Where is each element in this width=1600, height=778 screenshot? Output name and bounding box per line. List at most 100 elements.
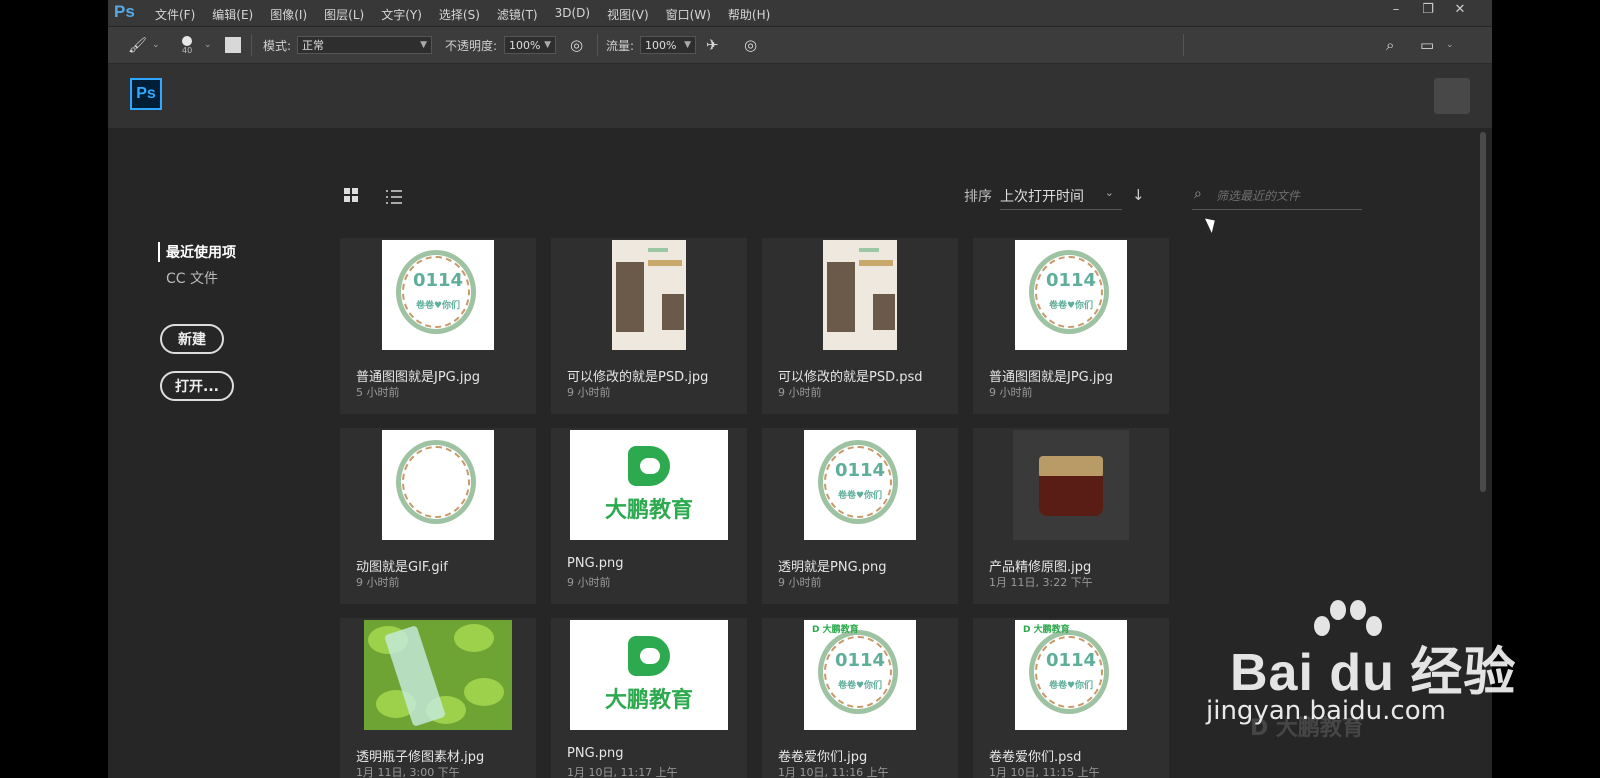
sort-label: 排序 [964, 189, 992, 205]
file-card[interactable]: 0114 卷卷♥你们 普通图图就是JPG.jpg 9 小时前 [973, 238, 1169, 414]
wreath-number: 0114 [412, 270, 464, 291]
sidebar-item-recent[interactable]: 最近使用项 [158, 242, 236, 262]
wreath-tag: D 大鹏教育 [812, 625, 859, 635]
chevron-down-icon[interactable]: ⌄ [204, 27, 212, 63]
menu-filter[interactable]: 滤镜(T) [497, 6, 538, 23]
menu-select[interactable]: 选择(S) [439, 6, 480, 23]
minimize-icon[interactable]: – [1380, 2, 1412, 17]
chevron-down-icon[interactable]: ⌄ [152, 27, 160, 63]
options-bar: 🖌 ⌄ 40 ⌄ 模式: 正常 ▼ 不透明度: 100% ▼ ◎ 流量: 100… [108, 27, 1492, 64]
file-thumbnail: D 大鹏教育 0114 卷卷♥你们 [973, 618, 1169, 732]
file-name: PNG.png [567, 746, 624, 761]
workspace-icon[interactable]: ▭ [1420, 27, 1434, 63]
file-card[interactable]: 透明瓶子修图素材.jpg 1月 11日, 3:00 下午 [340, 618, 536, 778]
file-card[interactable]: 0114 卷卷♥你们 透明就是PNG.png 9 小时前 [762, 428, 958, 604]
file-thumbnail [340, 428, 536, 542]
mode-select[interactable]: 正常 ▼ [297, 36, 432, 54]
file-card[interactable]: 产品精修原图.jpg 1月 11日, 3:22 下午 [973, 428, 1169, 604]
file-card[interactable]: 可以修改的就是PSD.jpg 9 小时前 [551, 238, 747, 414]
file-card[interactable]: D 大鹏教育 0114 卷卷♥你们 卷卷爱你们.psd 1月 10日, 11:1… [973, 618, 1169, 778]
logo-text: 大鹏教育 [604, 498, 693, 523]
file-card[interactable]: 动图就是GIF.gif 9 小时前 [340, 428, 536, 604]
file-name: 卷卷爱你们.jpg [778, 750, 868, 765]
file-time: 1月 11日, 3:00 下午 [356, 766, 460, 778]
flow-label: 流量: [606, 38, 635, 53]
flow-field[interactable]: 100% ▼ [640, 36, 696, 54]
menu-help[interactable]: 帮助(H) [728, 6, 770, 23]
new-button[interactable]: 新建 [160, 324, 224, 354]
dapeng-logo-image: 大鹏教育 [570, 620, 728, 730]
filter-input[interactable] [1214, 184, 1364, 208]
wreath-tag: D 大鹏教育 [1023, 625, 1070, 635]
menu-layer[interactable]: 图层(L) [324, 6, 364, 23]
search-icon[interactable]: ⌕ [1386, 27, 1394, 63]
ps-logo: Ps [130, 78, 162, 110]
list-view-icon[interactable] [386, 190, 402, 204]
brush-panel-toggle[interactable] [225, 27, 241, 63]
file-card[interactable]: 0114 卷卷♥你们 普通图图就是JPG.jpg 5 小时前 [340, 238, 536, 414]
file-name: 普通图图就是JPG.jpg [356, 370, 480, 385]
file-thumbnail [551, 238, 747, 352]
file-name: 透明就是PNG.png [778, 560, 887, 575]
file-name: 卷卷爱你们.psd [989, 750, 1082, 765]
file-name: PNG.png [567, 556, 624, 571]
chevron-down-icon: ▼ [544, 40, 551, 50]
user-avatar[interactable] [1434, 78, 1470, 114]
deer-poster-image [612, 240, 686, 350]
file-time: 9 小时前 [778, 386, 822, 399]
file-time: 9 小时前 [356, 576, 400, 589]
opacity-label: 不透明度: [445, 38, 498, 53]
scrollbar[interactable] [1480, 132, 1486, 492]
restore-icon[interactable]: ❐ [1412, 2, 1444, 17]
app-icon: Ps [114, 2, 135, 21]
brush-tool-icon[interactable]: 🖌 [128, 27, 147, 63]
start-header: Ps [108, 64, 1492, 128]
file-name: 普通图图就是JPG.jpg [989, 370, 1113, 385]
brush-preset-picker[interactable]: 40 [182, 27, 192, 63]
sidebar-item-cc-files[interactable]: CC 文件 [166, 268, 218, 288]
sort-direction-arrow-icon[interactable]: ↓ [1132, 186, 1145, 204]
wreath-subtitle: 卷卷♥你们 [1048, 681, 1094, 691]
file-time: 9 小时前 [989, 386, 1033, 399]
file-name: 可以修改的就是PSD.psd [778, 370, 923, 385]
wreath-subtitle: 卷卷♥你们 [837, 681, 883, 691]
file-card[interactable]: 大鹏教育 PNG.png 1月 10日, 11:17 上午 [551, 618, 747, 778]
cream-jar-image [1013, 430, 1129, 540]
menu-file[interactable]: 文件(F) [155, 6, 195, 23]
menu-type[interactable]: 文字(Y) [381, 6, 422, 23]
opacity-field[interactable]: 100% ▼ [504, 36, 556, 54]
mode-value: 正常 [302, 39, 324, 52]
open-button[interactable]: 打开... [160, 371, 234, 401]
menu-window[interactable]: 窗口(W) [666, 6, 711, 23]
chevron-down-icon[interactable]: ⌄ [1446, 27, 1454, 63]
file-time: 5 小时前 [356, 386, 400, 399]
file-card[interactable]: D 大鹏教育 0114 卷卷♥你们 卷卷爱你们.jpg 1月 10日, 11:1… [762, 618, 958, 778]
brush-size-value: 40 [182, 45, 193, 55]
grid-view-icon[interactable] [344, 188, 360, 204]
menu-edit[interactable]: 编辑(E) [212, 6, 253, 23]
file-name: 透明瓶子修图素材.jpg [356, 750, 485, 765]
menu-image[interactable]: 图像(I) [270, 6, 307, 23]
opacity-value: 100% [509, 38, 541, 52]
menu-view[interactable]: 视图(V) [607, 6, 649, 23]
wreath-subtitle: 卷卷♥你们 [1048, 301, 1094, 311]
file-card[interactable]: 大鹏教育 PNG.png 9 小时前 [551, 428, 747, 604]
menu-items: 文件(F) 编辑(E) 图像(I) 图层(L) 文字(Y) 选择(S) 滤镜(T… [155, 6, 787, 23]
bottle-on-leaves-image [364, 620, 512, 730]
file-card[interactable]: 可以修改的就是PSD.psd 9 小时前 [762, 238, 958, 414]
wreath-number: 0114 [1045, 270, 1097, 291]
watermark-brand: Bai du 经验 [1230, 644, 1517, 702]
sort-dropdown[interactable]: 上次打开时间 ⌄ [1000, 184, 1122, 210]
close-icon[interactable]: ✕ [1444, 2, 1476, 17]
search-icon: ⌕ [1194, 186, 1202, 202]
chevron-down-icon: ▼ [420, 40, 427, 50]
wreath-image: D 大鹏教育 0114 卷卷♥你们 [1015, 620, 1127, 730]
menu-3d[interactable]: 3D(D) [555, 6, 590, 23]
file-time: 1月 10日, 11:17 上午 [567, 766, 678, 778]
file-time: 9 小时前 [567, 576, 611, 589]
brush-panel-icon [225, 37, 241, 53]
pressure-opacity-icon[interactable]: ◎ [570, 27, 583, 63]
airbrush-icon[interactable]: ✈ [706, 27, 719, 63]
file-time: 1月 10日, 11:15 上午 [989, 766, 1100, 778]
pressure-size-icon[interactable]: ◎ [744, 27, 757, 63]
